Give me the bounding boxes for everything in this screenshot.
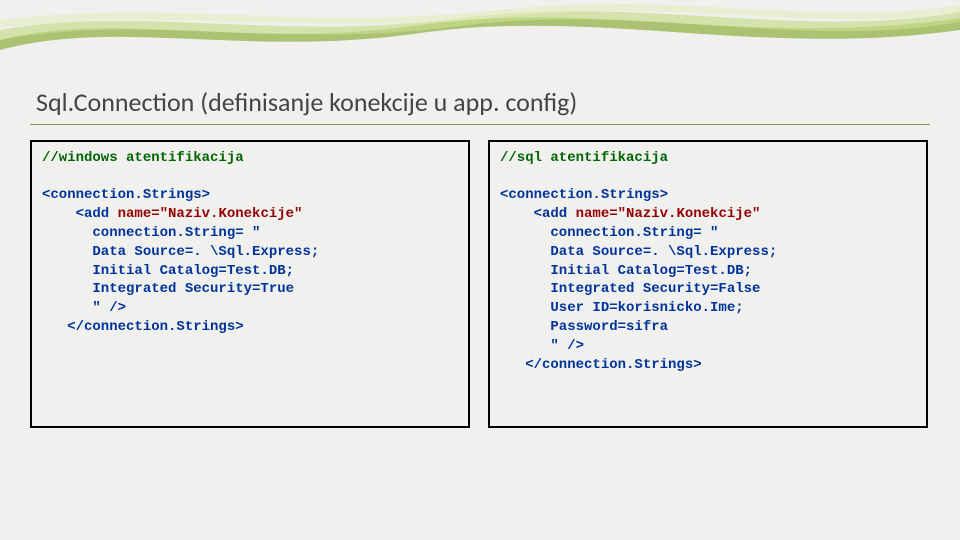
comment-sql: //sql atentifikacija bbox=[500, 150, 916, 166]
columns: //windows atentifikacija <connection.Str… bbox=[30, 140, 928, 428]
top-banner bbox=[0, 0, 960, 50]
code-box-sql-auth: //sql atentifikacija <connection.Strings… bbox=[488, 140, 928, 428]
code-sql: <connection.Strings> <add name="Naziv.Ko… bbox=[500, 186, 916, 375]
slide-title: Sql.Connection (definisanje konekcije u … bbox=[30, 82, 930, 125]
comment-windows: //windows atentifikacija bbox=[42, 150, 458, 166]
code-box-windows-auth: //windows atentifikacija <connection.Str… bbox=[30, 140, 470, 428]
code-windows: <connection.Strings> <add name="Naziv.Ko… bbox=[42, 186, 458, 337]
